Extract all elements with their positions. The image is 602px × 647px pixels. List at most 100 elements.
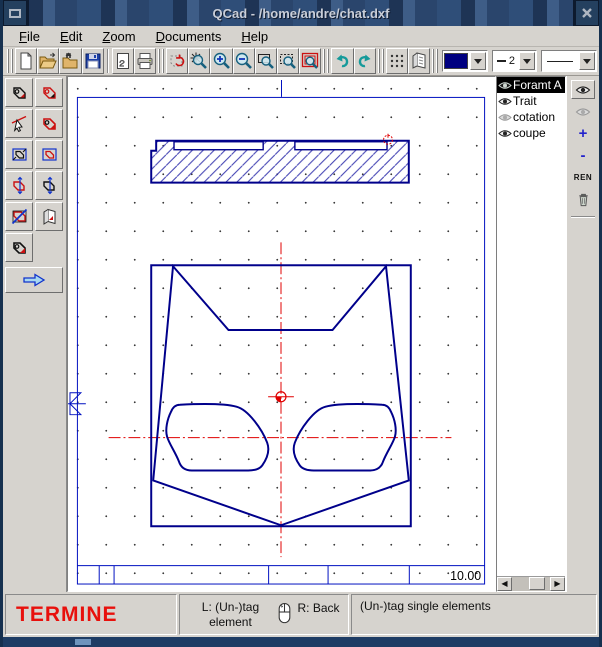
toolbar-handle[interactable]	[378, 49, 384, 73]
new-file-button[interactable]	[15, 48, 37, 74]
tag-contour-button[interactable]	[35, 109, 63, 138]
eye-hidden-icon	[498, 112, 512, 123]
tag-intersected-button[interactable]	[5, 171, 33, 200]
scroll-thumb[interactable]	[529, 577, 545, 590]
color-combo[interactable]	[442, 50, 488, 72]
window-menu-icon	[9, 9, 21, 18]
menu-zoom[interactable]: Zoom	[92, 27, 145, 46]
window-menu-button[interactable]	[3, 0, 27, 26]
open-file-icon	[38, 51, 58, 71]
zoom-autozoom-button[interactable]	[188, 48, 210, 74]
toolbar-handle[interactable]	[323, 49, 329, 73]
color-dropdown-button[interactable]	[470, 52, 486, 70]
chevron-down-icon	[583, 59, 591, 64]
print-preview-button[interactable]	[112, 48, 134, 74]
tag-double-button[interactable]	[5, 233, 33, 262]
delete-layer-button[interactable]	[571, 190, 595, 209]
toolbar-handle[interactable]	[432, 49, 438, 73]
layer-row-trait[interactable]: Trait	[497, 93, 565, 109]
save-file-icon	[83, 51, 103, 71]
width-dropdown-button[interactable]	[519, 52, 535, 70]
tag-layer-icon	[40, 207, 59, 226]
views-button[interactable]	[408, 48, 430, 74]
action-hint: (Un-)tag single elements	[360, 599, 491, 613]
tag-window-button[interactable]	[35, 140, 63, 169]
print-button[interactable]	[134, 48, 156, 74]
tag-element-icon	[40, 83, 59, 102]
zoom-autozoom-icon	[189, 51, 209, 71]
zoom-in-icon	[212, 51, 232, 71]
toolbar-handle[interactable]	[7, 49, 13, 73]
scroll-track[interactable]	[512, 577, 550, 591]
redo-button[interactable]	[354, 48, 376, 74]
main-toolbar: 2	[3, 47, 599, 76]
linestyle-sample-line	[547, 61, 573, 62]
untag-element-button[interactable]	[5, 78, 33, 107]
zoom-out-button[interactable]	[233, 48, 255, 74]
open-file-button[interactable]	[37, 48, 59, 74]
scroll-right-button[interactable]: ▶	[550, 577, 565, 591]
linestyle-dropdown-button[interactable]	[579, 52, 595, 70]
width-value: 2	[509, 55, 517, 67]
import-drawing-button[interactable]	[59, 48, 81, 74]
zoom-previous-button[interactable]	[299, 48, 321, 74]
show-all-layers-button[interactable]	[571, 80, 595, 99]
layer-name: cotation	[513, 110, 555, 124]
status-bar: TERMINE L: (Un-)tag element R: Back (Un-…	[3, 592, 599, 637]
close-icon	[581, 7, 593, 19]
print-icon	[135, 51, 155, 71]
tag-layer-button[interactable]	[35, 202, 63, 231]
untag-all-button[interactable]	[5, 202, 33, 231]
untag-window-button[interactable]	[5, 140, 33, 169]
rename-layer-button[interactable]: REN	[571, 168, 595, 187]
drawing-canvas[interactable]: 10.00	[67, 76, 496, 592]
qcad-window: QCad - /home/andre/chat.dxf File Edit Zo…	[0, 0, 602, 647]
import-drawing-icon	[60, 51, 80, 71]
status-mouse-panel: L: (Un-)tag element R: Back	[179, 594, 349, 635]
layer-row-coupe[interactable]: coupe	[497, 125, 565, 141]
toolbar-handle[interactable]	[158, 49, 164, 73]
undo-button[interactable]	[331, 48, 353, 74]
frame-resize-notch[interactable]	[75, 639, 91, 645]
menu-edit[interactable]: Edit	[50, 27, 92, 46]
layer-row-cotation[interactable]: cotation	[497, 109, 565, 125]
zoom-in-button[interactable]	[210, 48, 232, 74]
title-bar: QCad - /home/andre/chat.dxf	[3, 0, 599, 26]
chevron-down-icon	[523, 59, 531, 64]
title-drag-area[interactable]: QCad - /home/andre/chat.dxf	[29, 0, 573, 26]
remove-layer-button[interactable]: -	[571, 146, 595, 165]
menu-bar: File Edit Zoom Documents Help	[3, 26, 599, 47]
menu-file[interactable]: File	[9, 27, 50, 46]
tag-element-button[interactable]	[35, 78, 63, 107]
layer-name: Foramt A	[513, 78, 562, 92]
layer-list-hscrollbar[interactable]: ◀ ▶	[497, 576, 565, 591]
layer-name: coupe	[513, 126, 546, 140]
trash-icon	[576, 192, 591, 207]
zoom-selection-button[interactable]	[277, 48, 299, 74]
menu-help[interactable]: Help	[231, 27, 278, 46]
continue-button[interactable]	[5, 267, 63, 293]
untag-pointer-button[interactable]	[5, 109, 33, 138]
save-file-button[interactable]	[82, 48, 104, 74]
divider	[571, 216, 595, 218]
eye-icon	[498, 80, 512, 91]
status-mode-panel: TERMINE	[5, 594, 177, 635]
layer-row-foramt-a[interactable]: Foramt A	[497, 77, 565, 93]
add-layer-button[interactable]: +	[571, 124, 595, 143]
menu-documents[interactable]: Documents	[146, 27, 232, 46]
grid-toggle-button[interactable]	[386, 48, 408, 74]
line-style-combo[interactable]	[541, 50, 597, 72]
scroll-left-button[interactable]: ◀	[497, 577, 512, 591]
width-sample-line	[497, 60, 506, 62]
line-width-combo[interactable]: 2	[492, 50, 537, 72]
untag-window-icon	[10, 145, 29, 164]
hide-all-layers-button[interactable]	[571, 102, 595, 121]
untag-pointer-icon	[10, 114, 29, 133]
print-preview-icon	[113, 51, 133, 71]
zoom-window-button[interactable]	[255, 48, 277, 74]
redraw-button[interactable]	[166, 48, 188, 74]
window-frame-bottom	[3, 637, 599, 647]
close-button[interactable]	[575, 0, 599, 26]
untag-intersected-button[interactable]	[35, 171, 63, 200]
untag-intersected-icon	[40, 176, 59, 195]
